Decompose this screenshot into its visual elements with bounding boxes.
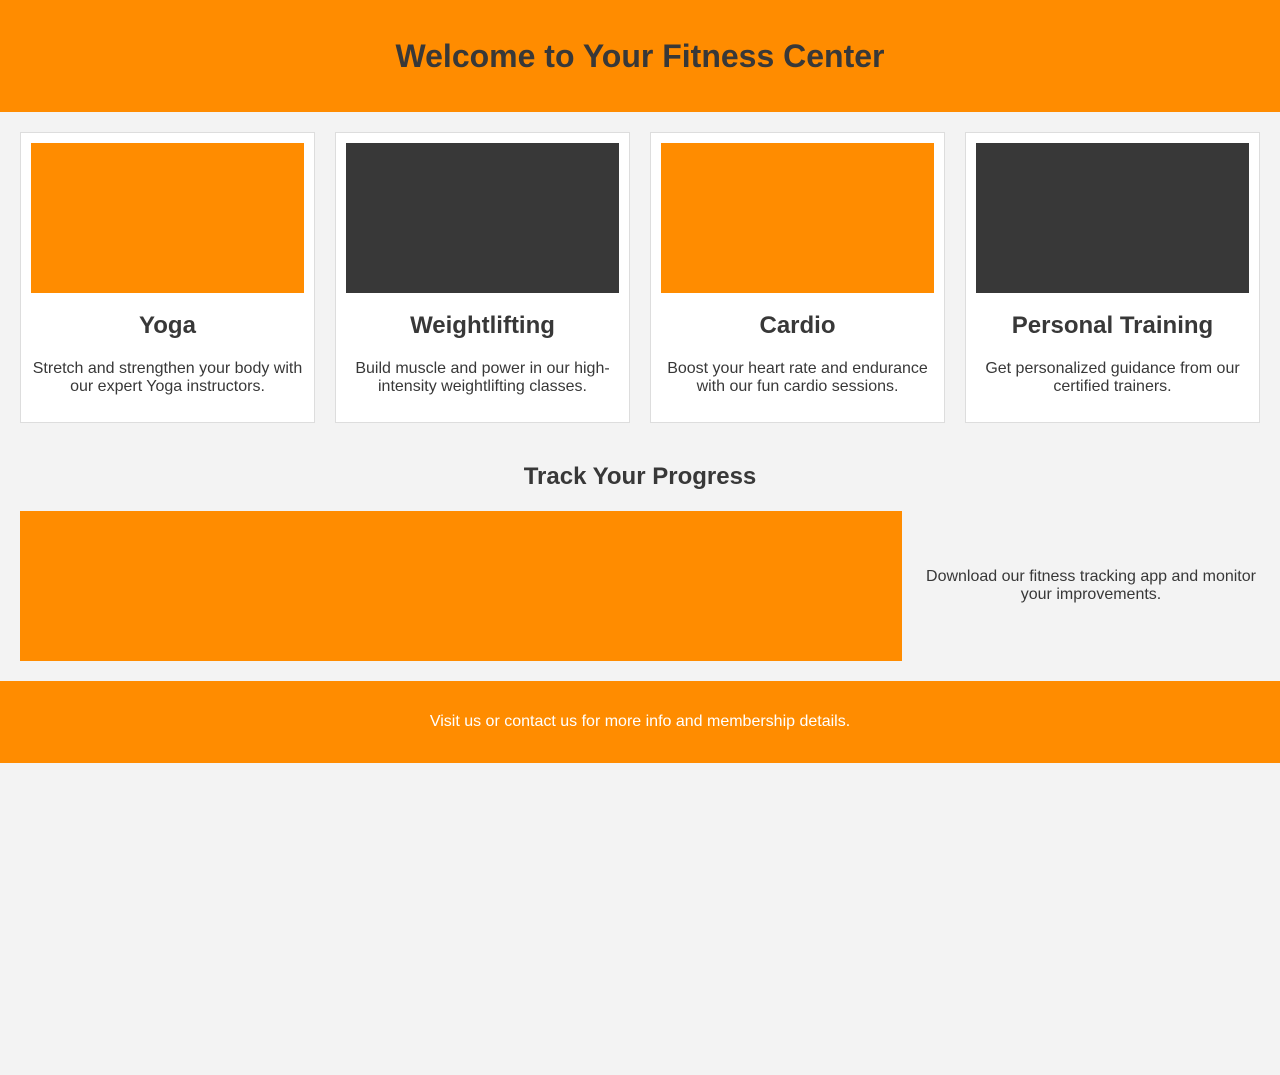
service-card-weightlifting: Weightlifting Build muscle and power in … (335, 132, 630, 423)
service-title: Cardio (759, 312, 836, 339)
service-description: Build muscle and power in our high-inten… (355, 360, 610, 395)
progress-description: Download our fitness tracking app and mo… (926, 568, 1256, 603)
service-image-yoga (31, 143, 304, 293)
service-image-personal-training (976, 143, 1249, 293)
service-description: Stretch and strengthen your body with ou… (32, 360, 303, 395)
service-card-personal-training: Personal Training Get personalized guida… (965, 132, 1260, 423)
service-card-cardio: Cardio Boost your heart rate and enduran… (650, 132, 945, 423)
service-image-weightlifting (346, 143, 619, 293)
service-description: Boost your heart rate and endurance with… (667, 360, 928, 395)
service-card-yoga: Yoga Stretch and strengthen your body wi… (20, 132, 315, 423)
page-title: Welcome to Your Fitness Center (395, 37, 885, 74)
service-description: Get personalized guidance from our certi… (985, 360, 1240, 395)
progress-heading: Track Your Progress (523, 463, 757, 490)
progress-section: Download our fitness tracking app and mo… (0, 491, 1280, 661)
page-header: Welcome to Your Fitness Center (0, 0, 1280, 112)
progress-image (20, 511, 902, 661)
service-title: Personal Training (1011, 312, 1214, 339)
service-image-cardio (661, 143, 934, 293)
service-title: Weightlifting (410, 312, 555, 339)
footer-text: Visit us or contact us for more info and… (429, 713, 851, 730)
service-title: Yoga (139, 312, 196, 339)
services-section: Yoga Stretch and strengthen your body wi… (0, 112, 1280, 423)
page-footer: Visit us or contact us for more info and… (0, 681, 1280, 763)
